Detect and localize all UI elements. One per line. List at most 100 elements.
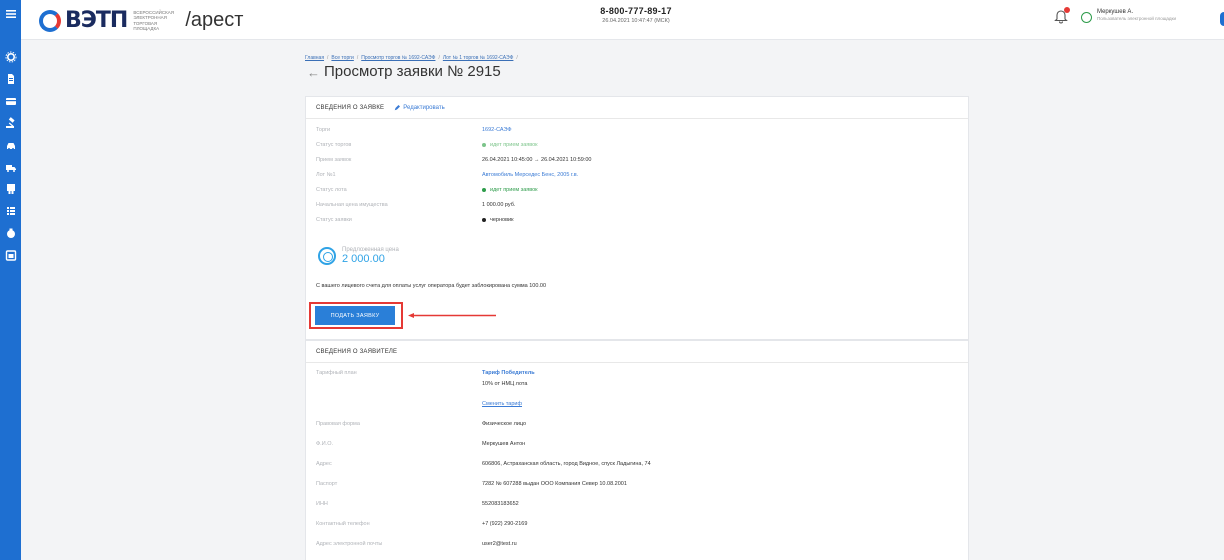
target-icon	[318, 247, 336, 265]
start-price-value: 1 000.00 руб.	[482, 202, 516, 208]
row-tariff: Тарифный план Тариф Победитель	[316, 370, 966, 380]
calendar-icon[interactable]	[0, 243, 21, 265]
row-auction: Торги 1692-САЭФ	[316, 127, 966, 137]
application-section-title: СВЕДЕНИЯ О ЗАЯВКЕ	[316, 104, 385, 111]
row-lot: Лот №1 Автомобиль Мерседес Бенс, 2005 г.…	[316, 172, 966, 182]
breadcrumb-auction[interactable]: Просмотр торгов № 1692-САЭФ	[361, 55, 435, 61]
header-edge-tab[interactable]	[1220, 12, 1224, 26]
brand-subtitle: всероссийская электронная торговая площа…	[133, 9, 174, 32]
applicant-info-card: СВЕДЕНИЯ О ЗАЯВИТЕЛЕ Тарифный план Тариф…	[305, 340, 969, 560]
row-label: Тарифный план	[316, 370, 357, 376]
breadcrumb-all-auctions[interactable]: Все торги	[331, 55, 353, 61]
user-menu[interactable]: Меркушев А. Пользователь электронной пло…	[1081, 6, 1176, 23]
row-legal-form: Правовая форма Физическое лицо	[316, 421, 966, 431]
gear-icon[interactable]	[0, 45, 21, 67]
inn-value: 552083183652	[482, 501, 519, 507]
row-label: Правовая форма	[316, 421, 360, 427]
pencil-icon	[395, 104, 401, 110]
auction-status-value: идет прием заявок	[482, 142, 538, 148]
auction-link[interactable]: 1692-САЭФ	[482, 127, 512, 133]
breadcrumb-home[interactable]: Главная	[305, 55, 324, 61]
breadcrumb: Главная / Все торги / Просмотр торгов № 1692…	[305, 55, 518, 61]
edit-label: Редактировать	[403, 104, 445, 111]
application-status-value: черновик	[482, 217, 513, 223]
status-dot	[482, 187, 486, 192]
status-text: идет прием заявок	[490, 187, 538, 193]
car-icon[interactable]	[0, 133, 21, 155]
user-role: Пользователь электронной площадки	[1097, 15, 1177, 21]
list-icon[interactable]	[0, 199, 21, 221]
offered-price-value: 2 000.00	[342, 253, 385, 265]
passport-value: 7282 № 607288 выдан ООО Компания Север 1…	[482, 481, 627, 487]
back-arrow-icon[interactable]: ←	[307, 65, 320, 80]
truck-icon[interactable]	[0, 155, 21, 177]
row-passport: Паспорт 7282 № 607288 выдан ООО Компания…	[316, 481, 966, 491]
row-change-tariff: Сменить тариф	[316, 401, 966, 411]
brand-logo[interactable]: ВЭТП всероссийская электронная торговая …	[39, 8, 243, 33]
row-start-price: Начальная цена имущества 1 000.00 руб.	[316, 202, 966, 212]
certificate-icon[interactable]	[0, 177, 21, 199]
brand-suffix: /арест	[185, 9, 244, 31]
notifications-bell-icon[interactable]	[1053, 7, 1070, 24]
email-value: user2@test.ru	[482, 541, 517, 547]
tariff-description: 10% от НМЦ лота	[482, 381, 528, 387]
applicant-section-title: СВЕДЕНИЯ О ЗАЯВИТЕЛЕ	[316, 348, 398, 355]
row-label: Контактный телефон	[316, 521, 370, 527]
row-label: Адрес	[316, 461, 332, 467]
row-inn: ИНН 552083183652	[316, 501, 966, 511]
status-dot	[482, 142, 486, 147]
row-label: Прием заявок	[316, 157, 352, 163]
page-title: Просмотр заявки № 2915	[324, 63, 501, 80]
brand-name: ВЭТП	[65, 8, 128, 33]
bag-icon[interactable]	[0, 221, 21, 243]
auction-icon[interactable]	[0, 111, 21, 133]
row-label: Лот №1	[316, 172, 336, 178]
row-label: Статус заявки	[316, 217, 352, 223]
avatar-icon	[1081, 12, 1092, 23]
row-label: Начальная цена имущества	[316, 202, 388, 208]
full-name-value: Меркушев Антон	[482, 441, 526, 447]
top-header: ВЭТП всероссийская электронная торговая …	[21, 0, 1224, 40]
menu-icon[interactable]	[0, 0, 21, 26]
offered-price: Предложенная цена 2 000.00	[318, 247, 399, 265]
status-text: идет прием заявок	[490, 142, 538, 148]
tariff-name[interactable]: Тариф Победитель	[482, 370, 535, 376]
row-label: Статус лота	[316, 187, 347, 193]
acceptance-period-value: 26.04.2021 10:45:00 → 26.04.2021 10:59:0…	[482, 157, 592, 163]
row-full-name: Ф.И.О. Меркушев Антон	[316, 441, 966, 451]
card-icon[interactable]	[0, 89, 21, 111]
row-acceptance-period: Прием заявок 26.04.2021 10:45:00 → 26.04…	[316, 157, 966, 167]
phone-value: +7 (922) 290-2169	[482, 521, 528, 527]
sidebar	[0, 0, 21, 560]
support-phone: 8-800-777-89-17 26.04.2021 10:47:47 (МСК…	[581, 6, 691, 24]
row-phone: Контактный телефон +7 (922) 290-2169	[316, 521, 966, 531]
row-label: Торги	[316, 127, 331, 133]
row-label: Адрес электронной почты	[316, 541, 383, 547]
pointer-arrow-icon	[408, 313, 496, 318]
row-lot-status: Статус лота идет прием заявок	[316, 187, 966, 197]
legal-form-value: Физическое лицо	[482, 421, 527, 427]
row-label: Паспорт	[316, 481, 338, 487]
row-application-status: Статус заявки черновик	[316, 217, 966, 227]
lot-link[interactable]: Автомобиль Мерседес Бенс, 2005 г.в.	[482, 172, 578, 178]
logo-mark-icon	[39, 9, 61, 32]
row-label: Ф.И.О.	[316, 441, 333, 447]
server-datetime: 26.04.2021 10:47:47 (МСК)	[602, 18, 670, 24]
notification-dot	[1064, 7, 1070, 13]
row-tariff-desc: 10% от НМЦ лота	[316, 381, 966, 391]
edit-link[interactable]: Редактировать	[394, 104, 445, 111]
application-info-card: СВЕДЕНИЯ О ЗАЯВКЕ Редактировать Торги 16…	[305, 96, 969, 340]
status-text: черновик	[490, 217, 514, 223]
document-icon[interactable]	[0, 67, 21, 89]
submit-application-button[interactable]: ПОДАТЬ ЗАЯВКУ	[315, 306, 395, 325]
row-label: ИНН	[316, 501, 328, 507]
row-auction-status: Статус торгов идет прием заявок	[316, 142, 966, 152]
blocking-notice: С вашего лицевого счета для оплаты услуг…	[316, 283, 547, 289]
row-label: Статус торгов	[316, 142, 352, 148]
status-dot	[482, 217, 486, 222]
change-tariff-link[interactable]: Сменить тариф	[482, 401, 522, 407]
breadcrumb-lot[interactable]: Лот № 1 торгов № 1692-САЭФ	[443, 55, 514, 61]
lot-status-value: идет прием заявок	[482, 187, 538, 193]
address-value: 606806, Астраханская область, город Видн…	[482, 461, 651, 467]
applicant-info-header: СВЕДЕНИЯ О ЗАЯВИТЕЛЕ	[306, 341, 968, 363]
